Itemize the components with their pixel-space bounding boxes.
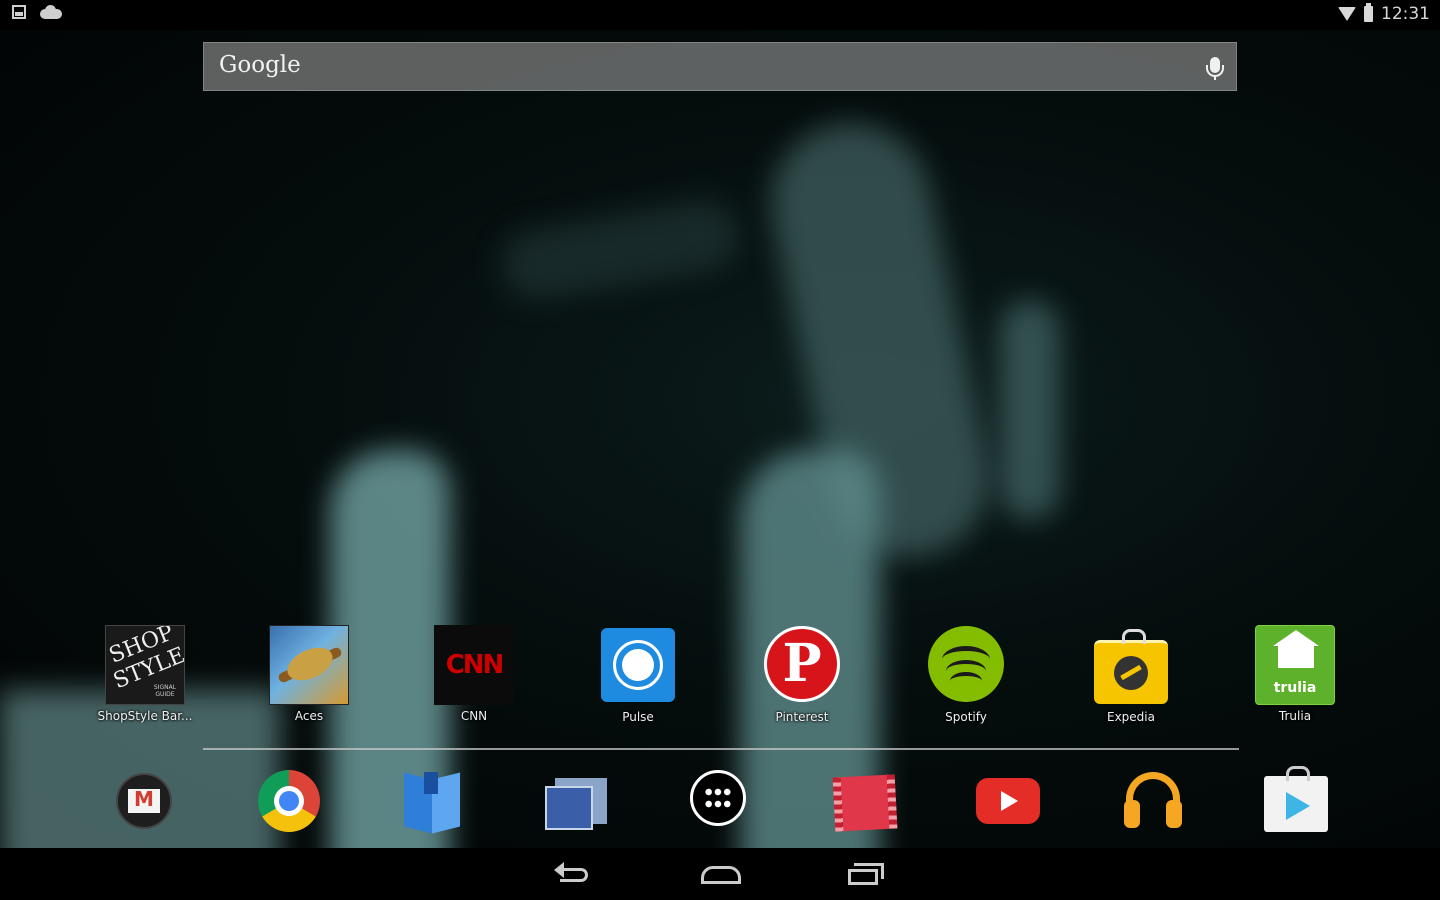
- gallery-icon[interactable]: [545, 778, 607, 830]
- google-search-bar[interactable]: Google: [203, 42, 1237, 91]
- youtube-icon[interactable]: [976, 778, 1040, 824]
- app-pinterest[interactable]: P Pinterest: [742, 626, 862, 724]
- expedia-icon: [1094, 629, 1168, 704]
- pinterest-icon: P: [764, 626, 840, 702]
- notification-icons: [12, 5, 62, 19]
- microphone-icon[interactable]: [1206, 57, 1224, 80]
- trulia-logo-text: trulia: [1273, 680, 1317, 696]
- app-aces[interactable]: Aces: [249, 625, 369, 723]
- play-movies-icon[interactable]: [832, 774, 898, 832]
- back-icon[interactable]: [552, 860, 600, 888]
- wifi-icon: [1338, 7, 1356, 21]
- home-icon[interactable]: [697, 860, 745, 888]
- apps-grid-dots: [704, 786, 732, 810]
- play-books-icon[interactable]: [404, 770, 462, 834]
- trulia-icon: trulia: [1255, 625, 1335, 705]
- spotify-icon: [928, 626, 1004, 702]
- app-label: Pinterest: [775, 710, 829, 724]
- shopstyle-icon-subtext: SIGNAL GUIDE: [153, 684, 177, 698]
- app-trulia[interactable]: trulia Trulia: [1235, 625, 1355, 723]
- pulse-icon: [601, 628, 675, 702]
- app-cnn[interactable]: CNN CNN: [414, 625, 534, 723]
- chrome-icon[interactable]: [258, 770, 320, 832]
- gmail-envelope: [128, 787, 160, 813]
- wallpaper: [0, 30, 1440, 848]
- expedia-globe: [1114, 656, 1148, 690]
- app-expedia[interactable]: Expedia: [1071, 628, 1191, 724]
- navigation-bar: [0, 848, 1440, 900]
- play-music-icon[interactable]: [1122, 770, 1184, 832]
- pinterest-logo-letter: P: [782, 633, 822, 694]
- status-bar[interactable]: 12:31: [0, 0, 1440, 30]
- google-logo: Google: [219, 52, 301, 78]
- battery-icon: [1364, 3, 1373, 22]
- cloud-upload-icon: [40, 5, 62, 19]
- app-label: Trulia: [1278, 709, 1312, 723]
- status-time: 12:31: [1381, 4, 1430, 24]
- app-label: Aces: [294, 709, 324, 723]
- wallpaper-shape: [495, 194, 745, 306]
- cnn-icon: CNN: [434, 625, 514, 705]
- aces-plane-icon: [269, 625, 349, 705]
- dock-divider: [203, 748, 1239, 750]
- app-spotify[interactable]: Spotify: [906, 626, 1026, 724]
- plane-body: [282, 641, 338, 687]
- pulse-dot: [622, 649, 654, 681]
- app-pulse[interactable]: Pulse: [578, 628, 698, 724]
- cnn-logo-text: CNN: [445, 650, 505, 680]
- shopstyle-icon: SHOP STYLE SIGNAL GUIDE: [105, 625, 185, 705]
- app-label: Spotify: [945, 710, 987, 724]
- system-icons: 12:31: [1338, 3, 1430, 24]
- app-shopstyle[interactable]: SHOP STYLE SIGNAL GUIDE ShopStyle Bar...: [85, 625, 205, 723]
- app-label: ShopStyle Bar...: [97, 709, 193, 723]
- play-store-icon[interactable]: [1264, 766, 1328, 832]
- wallpaper-shape: [1000, 300, 1060, 520]
- app-label: Expedia: [1107, 710, 1155, 724]
- app-label: CNN: [460, 709, 488, 723]
- app-label: Pulse: [622, 710, 654, 724]
- trulia-house: [1278, 642, 1314, 668]
- screenshot-icon: [12, 5, 26, 19]
- all-apps-icon[interactable]: [690, 770, 746, 826]
- gmail-icon[interactable]: [116, 773, 172, 829]
- recents-icon[interactable]: [842, 860, 890, 888]
